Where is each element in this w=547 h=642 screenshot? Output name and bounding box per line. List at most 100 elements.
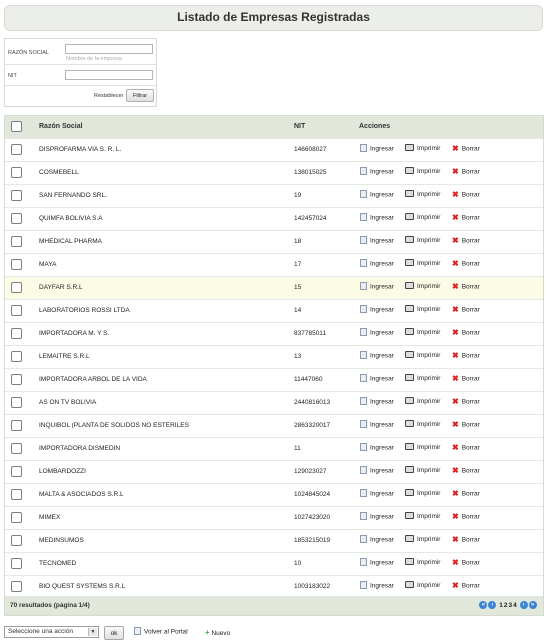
row-checkbox[interactable] (11, 397, 22, 408)
enter-action[interactable]: Ingresar (360, 443, 394, 452)
enter-action[interactable]: Ingresar (360, 581, 394, 590)
delete-action[interactable]: ✖ Borrar (452, 306, 480, 314)
row-checkbox[interactable] (11, 535, 22, 546)
row-checkbox[interactable] (11, 489, 22, 500)
row-checkbox[interactable] (11, 512, 22, 523)
enter-action[interactable]: Ingresar (360, 305, 394, 314)
nit-input[interactable] (65, 70, 153, 80)
enter-action[interactable]: Ingresar (360, 282, 394, 291)
delete-action[interactable]: ✖ Borrar (452, 352, 480, 360)
enter-action[interactable]: Ingresar (360, 259, 394, 268)
print-action[interactable]: Imprimir (405, 489, 440, 497)
header-nit[interactable]: NIT (294, 123, 305, 130)
delete-action[interactable]: ✖ Borrar (452, 559, 480, 567)
filter-button[interactable]: Filtrar (126, 89, 154, 102)
delete-action[interactable]: ✖ Borrar (452, 513, 480, 521)
delete-action[interactable]: ✖ Borrar (452, 375, 480, 383)
print-action[interactable]: Imprimir (405, 581, 440, 589)
print-action[interactable]: Imprimir (405, 328, 440, 336)
print-action[interactable]: Imprimir (405, 397, 440, 405)
print-action[interactable]: Imprimir (405, 213, 440, 221)
last-page-icon[interactable]: » (528, 601, 537, 609)
reset-link[interactable]: Restablecer (94, 93, 123, 99)
bulk-action-select[interactable]: Seleccione una acción ▼ (4, 626, 99, 638)
select-all-checkbox[interactable] (11, 121, 22, 132)
row-checkbox[interactable] (11, 581, 22, 592)
delete-action[interactable]: ✖ Borrar (452, 329, 480, 337)
razon-social-input[interactable] (65, 44, 153, 54)
print-action[interactable]: Imprimir (405, 374, 440, 382)
print-action[interactable]: Imprimir (405, 535, 440, 543)
print-action[interactable]: Imprimir (405, 144, 440, 152)
print-action[interactable]: Imprimir (405, 466, 440, 474)
page-number[interactable]: 2 (504, 602, 508, 609)
print-action[interactable]: Imprimir (405, 351, 440, 359)
previous-page-icon[interactable]: ‹ (488, 601, 497, 609)
enter-action[interactable]: Ingresar (360, 374, 394, 383)
row-checkbox[interactable] (11, 236, 22, 247)
delete-action[interactable]: ✖ Borrar (452, 444, 480, 452)
row-checkbox[interactable] (11, 259, 22, 270)
delete-action[interactable]: ✖ Borrar (452, 398, 480, 406)
enter-action[interactable]: Ingresar (360, 535, 394, 544)
next-page-icon[interactable]: › (519, 601, 528, 609)
print-action[interactable]: Imprimir (405, 420, 440, 428)
header-razon-social[interactable]: Razón Social (39, 123, 83, 130)
print-action[interactable]: Imprimir (405, 190, 440, 198)
enter-action[interactable]: Ingresar (360, 466, 394, 475)
page-number[interactable]: 3 (508, 602, 512, 609)
first-page-icon[interactable]: « (479, 601, 488, 609)
delete-action[interactable]: ✖ Borrar (452, 536, 480, 544)
print-action[interactable]: Imprimir (405, 167, 440, 175)
ok-button[interactable]: ok (104, 626, 124, 640)
page-number[interactable]: 1 (499, 602, 503, 609)
enter-action[interactable]: Ingresar (360, 489, 394, 498)
print-action[interactable]: Imprimir (405, 512, 440, 520)
print-action[interactable]: Imprimir (405, 282, 440, 290)
row-checkbox[interactable] (11, 167, 22, 178)
enter-action[interactable]: Ingresar (360, 558, 394, 567)
delete-action[interactable]: ✖ Borrar (452, 421, 480, 429)
enter-action[interactable]: Ingresar (360, 236, 394, 245)
row-checkbox[interactable] (11, 420, 22, 431)
row-checkbox[interactable] (11, 374, 22, 385)
row-checkbox[interactable] (11, 282, 22, 293)
print-action[interactable]: Imprimir (405, 558, 440, 566)
row-checkbox[interactable] (11, 305, 22, 316)
enter-action[interactable]: Ingresar (360, 167, 394, 176)
row-checkbox[interactable] (11, 144, 22, 155)
delete-action[interactable]: ✖ Borrar (452, 168, 480, 176)
delete-action[interactable]: ✖ Borrar (452, 467, 480, 475)
row-checkbox[interactable] (11, 190, 22, 201)
row-checkbox[interactable] (11, 328, 22, 339)
enter-action[interactable]: Ingresar (360, 351, 394, 360)
print-action[interactable]: Imprimir (405, 259, 440, 267)
print-action[interactable]: Imprimir (405, 443, 440, 451)
row-checkbox[interactable] (11, 213, 22, 224)
enter-action[interactable]: Ingresar (360, 328, 394, 337)
delete-action[interactable]: ✖ Borrar (452, 582, 480, 590)
enter-action[interactable]: Ingresar (360, 213, 394, 222)
delete-action[interactable]: ✖ Borrar (452, 214, 480, 222)
enter-action[interactable]: Ingresar (360, 397, 394, 406)
back-to-portal-link[interactable]: Volver al Portal (134, 627, 188, 636)
page-number[interactable]: 4 (513, 602, 517, 609)
delete-action[interactable]: ✖ Borrar (452, 237, 480, 245)
delete-action[interactable]: ✖ Borrar (452, 490, 480, 498)
enter-action[interactable]: Ingresar (360, 190, 394, 199)
row-checkbox[interactable] (11, 466, 22, 477)
print-action[interactable]: Imprimir (405, 236, 440, 244)
row-checkbox[interactable] (11, 351, 22, 362)
enter-action[interactable]: Ingresar (360, 512, 394, 521)
row-checkbox[interactable] (11, 558, 22, 569)
print-action[interactable]: Imprimir (405, 305, 440, 313)
enter-action[interactable]: Ingresar (360, 144, 394, 153)
delete-action[interactable]: ✖ Borrar (452, 283, 480, 291)
delete-action[interactable]: ✖ Borrar (452, 191, 480, 199)
enter-action[interactable]: Ingresar (360, 420, 394, 429)
enter-label: Ingresar (370, 168, 394, 176)
new-link[interactable]: + Nuevo (205, 628, 230, 637)
row-checkbox[interactable] (11, 443, 22, 454)
delete-action[interactable]: ✖ Borrar (452, 260, 480, 268)
delete-action[interactable]: ✖ Borrar (452, 145, 480, 153)
